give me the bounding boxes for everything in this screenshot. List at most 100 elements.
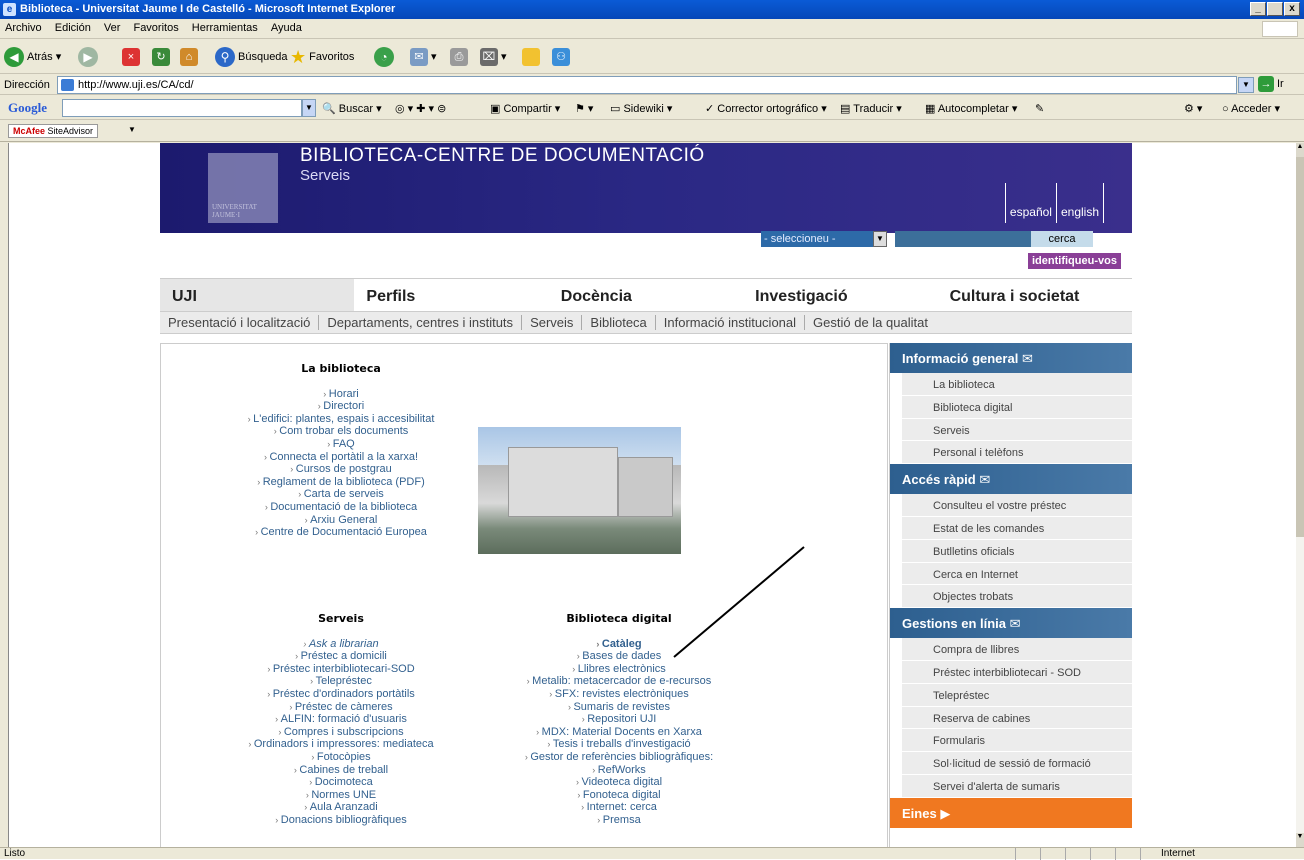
search-button[interactable]: ⚲ Búsqueda xyxy=(215,46,288,68)
google-traducir-button[interactable]: ▤ Traducir ▾ xyxy=(840,102,902,115)
security-zone: Internet xyxy=(1140,848,1304,860)
google-acceder-button[interactable]: ○ Acceder ▾ xyxy=(1222,102,1280,115)
refresh-icon: ↻ xyxy=(152,48,170,66)
scroll-down-icon[interactable]: ▼ xyxy=(1296,833,1304,847)
google-compartir-button[interactable]: ▣ Compartir ▾ xyxy=(490,102,560,115)
address-bar: Dirección http://www.uji.es/CA/cd/ ▼ → Ir xyxy=(0,75,1304,95)
sidebar-link[interactable]: Formularis xyxy=(902,729,1132,753)
forward-button[interactable]: ▶ xyxy=(78,46,98,68)
menu-edicion[interactable]: Edición xyxy=(50,19,96,34)
ie-icon: e xyxy=(3,3,16,16)
mcafee-dropdown-icon[interactable]: ▼ xyxy=(128,125,136,134)
pencil-icon[interactable]: ✎ xyxy=(1035,102,1044,115)
menu-ver[interactable]: Ver xyxy=(99,19,126,34)
address-input[interactable]: http://www.uji.es/CA/cd/ xyxy=(57,76,1237,94)
google-autocompletar-button[interactable]: ▦ Autocompletar ▾ xyxy=(925,102,1017,115)
note-icon xyxy=(522,48,540,66)
sidebar: Informació general ✉ La biblioteca Biblio… xyxy=(889,343,1132,847)
page-icon xyxy=(61,79,74,91)
window-title: Biblioteca - Universitat Jaume I de Cast… xyxy=(20,3,396,15)
history-icon: ◔ xyxy=(374,47,394,67)
sidebar-link[interactable]: Serveis xyxy=(902,418,1132,442)
standard-toolbar: ◀ Atrás ▾ ▶ × ↻ ⌂ ⚲ Búsqueda ★ Favoritos ◔ ✉… xyxy=(0,40,1304,74)
edit-icon: ⌧ xyxy=(480,48,498,66)
stop-icon: × xyxy=(122,48,140,66)
go-button[interactable]: → Ir xyxy=(1258,76,1284,92)
sidebar-link[interactable]: Sol·licitud de sessió de formació xyxy=(902,752,1132,775)
scroll-thumb[interactable] xyxy=(1296,157,1304,537)
notes-button[interactable] xyxy=(522,46,540,68)
menu-favoritos[interactable]: Favoritos xyxy=(128,19,183,34)
history-button[interactable]: ◔ xyxy=(374,46,394,68)
ie-window: e Biblioteca - Universitat Jaume I de Ca… xyxy=(0,0,1304,860)
messenger-icon: ⚇ xyxy=(552,48,570,66)
maximize-button[interactable] xyxy=(1267,2,1283,16)
menu-bar: Archivo Edición Ver Favoritos Herramient… xyxy=(0,19,1304,39)
home-icon: ⌂ xyxy=(180,48,198,66)
sidebar-heading-eines[interactable]: Eines ▶ xyxy=(890,797,1132,828)
stop-button[interactable]: × xyxy=(122,46,140,68)
sidebar-heading-gestions: Gestions en línia ✉ xyxy=(890,608,1132,639)
sidebar-link[interactable]: Consulteu el vostre préstec xyxy=(902,494,1132,517)
sidebar-link[interactable]: Servei d'alerta de sumaris xyxy=(902,774,1132,798)
status-bar: Listo Internet xyxy=(0,847,1304,860)
google-logo: Google xyxy=(8,100,47,115)
print-button[interactable]: ⎙ xyxy=(450,46,468,68)
google-corrector-button[interactable]: ✓ Corrector ortográfico ▾ xyxy=(705,102,827,115)
mail-icon: ✉ xyxy=(1009,616,1021,632)
vertical-scrollbar[interactable]: ▲ ▼ xyxy=(1296,143,1304,847)
sidebar-link[interactable]: Reserva de cabines xyxy=(902,706,1132,730)
google-dropdown-button[interactable]: ▼ xyxy=(302,99,316,117)
menu-herramientas[interactable]: Herramientas xyxy=(187,19,263,34)
google-search-input[interactable] xyxy=(62,99,302,117)
google-tools-icons[interactable]: ◎ ▾ ✚ ▾ ⊜ xyxy=(395,102,446,115)
back-arrow-icon: ◀ xyxy=(4,47,24,67)
arrow-right-icon: ▶ xyxy=(940,805,951,821)
close-button[interactable]: x xyxy=(1284,2,1300,16)
google-flag-button[interactable]: ⚑ ▾ xyxy=(575,102,593,115)
messenger-button[interactable]: ⚇ xyxy=(552,46,570,68)
favorites-button[interactable]: ★ Favoritos xyxy=(290,46,354,68)
mail-icon: ✉ xyxy=(410,48,428,66)
back-button[interactable]: ◀ Atrás ▾ xyxy=(4,46,61,68)
windows-logo-icon xyxy=(1262,21,1298,37)
mail-icon: ✉ xyxy=(1021,351,1033,366)
google-toolbar: Google ▼ 🔍 Buscar ▾ ◎ ▾ ✚ ▾ ⊜ ▣ Comparti… xyxy=(0,96,1304,120)
menu-archivo[interactable]: Archivo xyxy=(0,19,47,34)
sidebar-link[interactable]: Telepréstec xyxy=(902,683,1132,707)
sidebar-link[interactable]: Biblioteca digital xyxy=(902,395,1132,419)
sidebar-link[interactable]: La biblioteca xyxy=(902,373,1132,396)
sidebar-link[interactable]: Compra de llibres xyxy=(902,638,1132,661)
forward-arrow-icon: ▶ xyxy=(78,47,98,67)
star-icon: ★ xyxy=(290,47,307,67)
google-sidewiki-button[interactable]: ▭ Sidewiki ▾ xyxy=(610,102,672,115)
status-text: Listo xyxy=(4,848,26,859)
mcafee-toolbar: McAfee SiteAdvisor ▼ xyxy=(0,121,1304,142)
google-buscar-button[interactable]: 🔍 Buscar ▾ xyxy=(322,102,382,115)
magnifier-icon: ⚲ xyxy=(215,47,235,67)
edit-button[interactable]: ⌧ ▾ xyxy=(480,46,507,68)
sidebar-link[interactable]: Préstec interbibliotecari - SOD xyxy=(902,660,1132,684)
mail-icon: ✉ xyxy=(979,472,991,488)
go-arrow-icon: → xyxy=(1258,76,1274,92)
minimize-button[interactable]: _ xyxy=(1250,2,1266,16)
menu-ayuda[interactable]: Ayuda xyxy=(266,19,307,34)
mcafee-siteadvisor-button[interactable]: McAfee SiteAdvisor xyxy=(8,124,99,138)
sidebar-heading-acces: Accés ràpid ✉ xyxy=(890,464,1132,495)
google-settings-button[interactable]: ⚙ ▾ xyxy=(1184,102,1202,115)
address-label: Dirección xyxy=(4,79,50,91)
page-viewport: UNIVERSITAT JAUME·I BIBLIOTECA-CENTRE DE… xyxy=(8,143,1296,847)
printer-icon: ⎙ xyxy=(450,48,468,66)
address-dropdown-button[interactable]: ▼ xyxy=(1238,77,1254,93)
home-button[interactable]: ⌂ xyxy=(180,46,198,68)
sidebar-heading-informacio: Informació general ✉ xyxy=(890,343,1132,373)
sidebar-link[interactable]: Estat de les comandes xyxy=(902,516,1132,540)
sidebar-link[interactable]: Objectes trobats xyxy=(902,585,1132,609)
mail-button[interactable]: ✉ ▾ xyxy=(410,46,437,68)
sidebar-link[interactable]: Butlletins oficials xyxy=(902,539,1132,563)
scroll-up-icon[interactable]: ▲ xyxy=(1296,143,1304,157)
sidebar-link[interactable]: Cerca en Internet xyxy=(902,562,1132,586)
title-bar: e Biblioteca - Universitat Jaume I de Ca… xyxy=(0,0,1304,19)
refresh-button[interactable]: ↻ xyxy=(152,46,170,68)
sidebar-link[interactable]: Personal i telèfons xyxy=(902,441,1132,465)
